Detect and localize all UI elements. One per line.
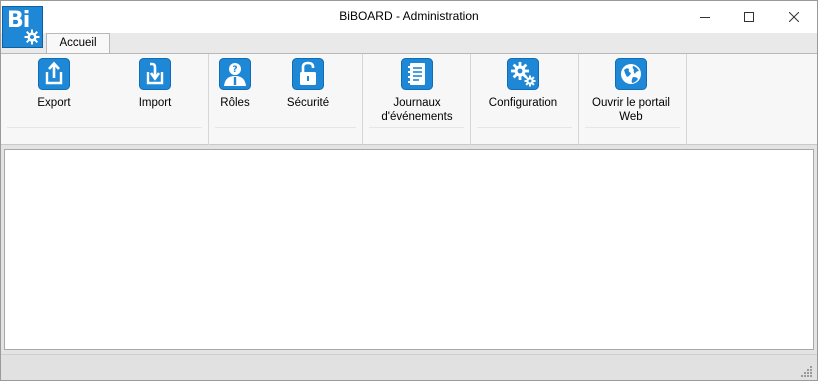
app-window: BiBOARD - Administration Bi Accueil Expo… bbox=[0, 0, 818, 381]
notebook-icon bbox=[401, 58, 433, 90]
gear-icon bbox=[24, 29, 40, 45]
svg-text:?: ? bbox=[232, 65, 237, 75]
title-bar[interactable]: BiBOARD - Administration bbox=[1, 1, 817, 33]
import-icon bbox=[139, 58, 171, 90]
lock-icon bbox=[292, 58, 324, 90]
maximize-button[interactable] bbox=[726, 1, 771, 33]
security-label: Sécurité bbox=[286, 97, 330, 109]
gears-icon bbox=[507, 58, 539, 90]
group-separator bbox=[477, 127, 572, 128]
open-web-portal-button[interactable]: Ouvrir le portail Web bbox=[589, 58, 673, 124]
close-button[interactable] bbox=[771, 1, 816, 33]
minimize-icon bbox=[699, 17, 710, 18]
group-separator bbox=[585, 127, 680, 128]
open-web-portal-label: Ouvrir le portail Web bbox=[592, 97, 670, 123]
import-label: Import bbox=[138, 97, 172, 109]
tab-accueil[interactable]: Accueil bbox=[46, 33, 110, 54]
security-button[interactable]: Sécurité bbox=[266, 58, 350, 110]
group-separator bbox=[7, 127, 202, 128]
event-logs-button[interactable]: Journaux d'événements bbox=[375, 58, 459, 124]
configuration-button[interactable]: Configuration bbox=[481, 58, 565, 110]
ribbon-group-config: Configuration bbox=[471, 54, 579, 145]
ribbon: Export Import ? Rôles Sécurité Journaux … bbox=[1, 53, 817, 145]
export-icon bbox=[38, 58, 70, 90]
globe-icon bbox=[615, 58, 647, 90]
main-content-area bbox=[4, 149, 814, 350]
user-question-icon: ? bbox=[219, 58, 251, 90]
group-separator bbox=[369, 127, 464, 128]
maximize-icon bbox=[743, 12, 754, 22]
ribbon-group-transfer: Export Import bbox=[1, 54, 209, 145]
resize-grip-icon[interactable] bbox=[801, 365, 813, 377]
import-button[interactable]: Import bbox=[113, 58, 197, 110]
minimize-button[interactable] bbox=[682, 1, 727, 33]
export-label: Export bbox=[37, 97, 71, 109]
export-button[interactable]: Export bbox=[12, 58, 96, 110]
roles-label: Rôles bbox=[220, 97, 250, 109]
roles-button[interactable]: ? Rôles bbox=[193, 58, 277, 110]
app-menu-button[interactable]: Bi bbox=[2, 6, 43, 48]
group-separator bbox=[215, 127, 356, 128]
configuration-label: Configuration bbox=[488, 97, 558, 109]
status-bar bbox=[1, 354, 817, 380]
close-icon bbox=[788, 12, 799, 22]
ribbon-group-logs: Journaux d'événements bbox=[363, 54, 471, 145]
ribbon-group-web: Ouvrir le portail Web bbox=[579, 54, 687, 145]
ribbon-tab-strip: Accueil bbox=[1, 33, 817, 54]
ribbon-group-security: ? Rôles Sécurité bbox=[209, 54, 363, 145]
event-logs-label: Journaux d'événements bbox=[381, 97, 453, 123]
